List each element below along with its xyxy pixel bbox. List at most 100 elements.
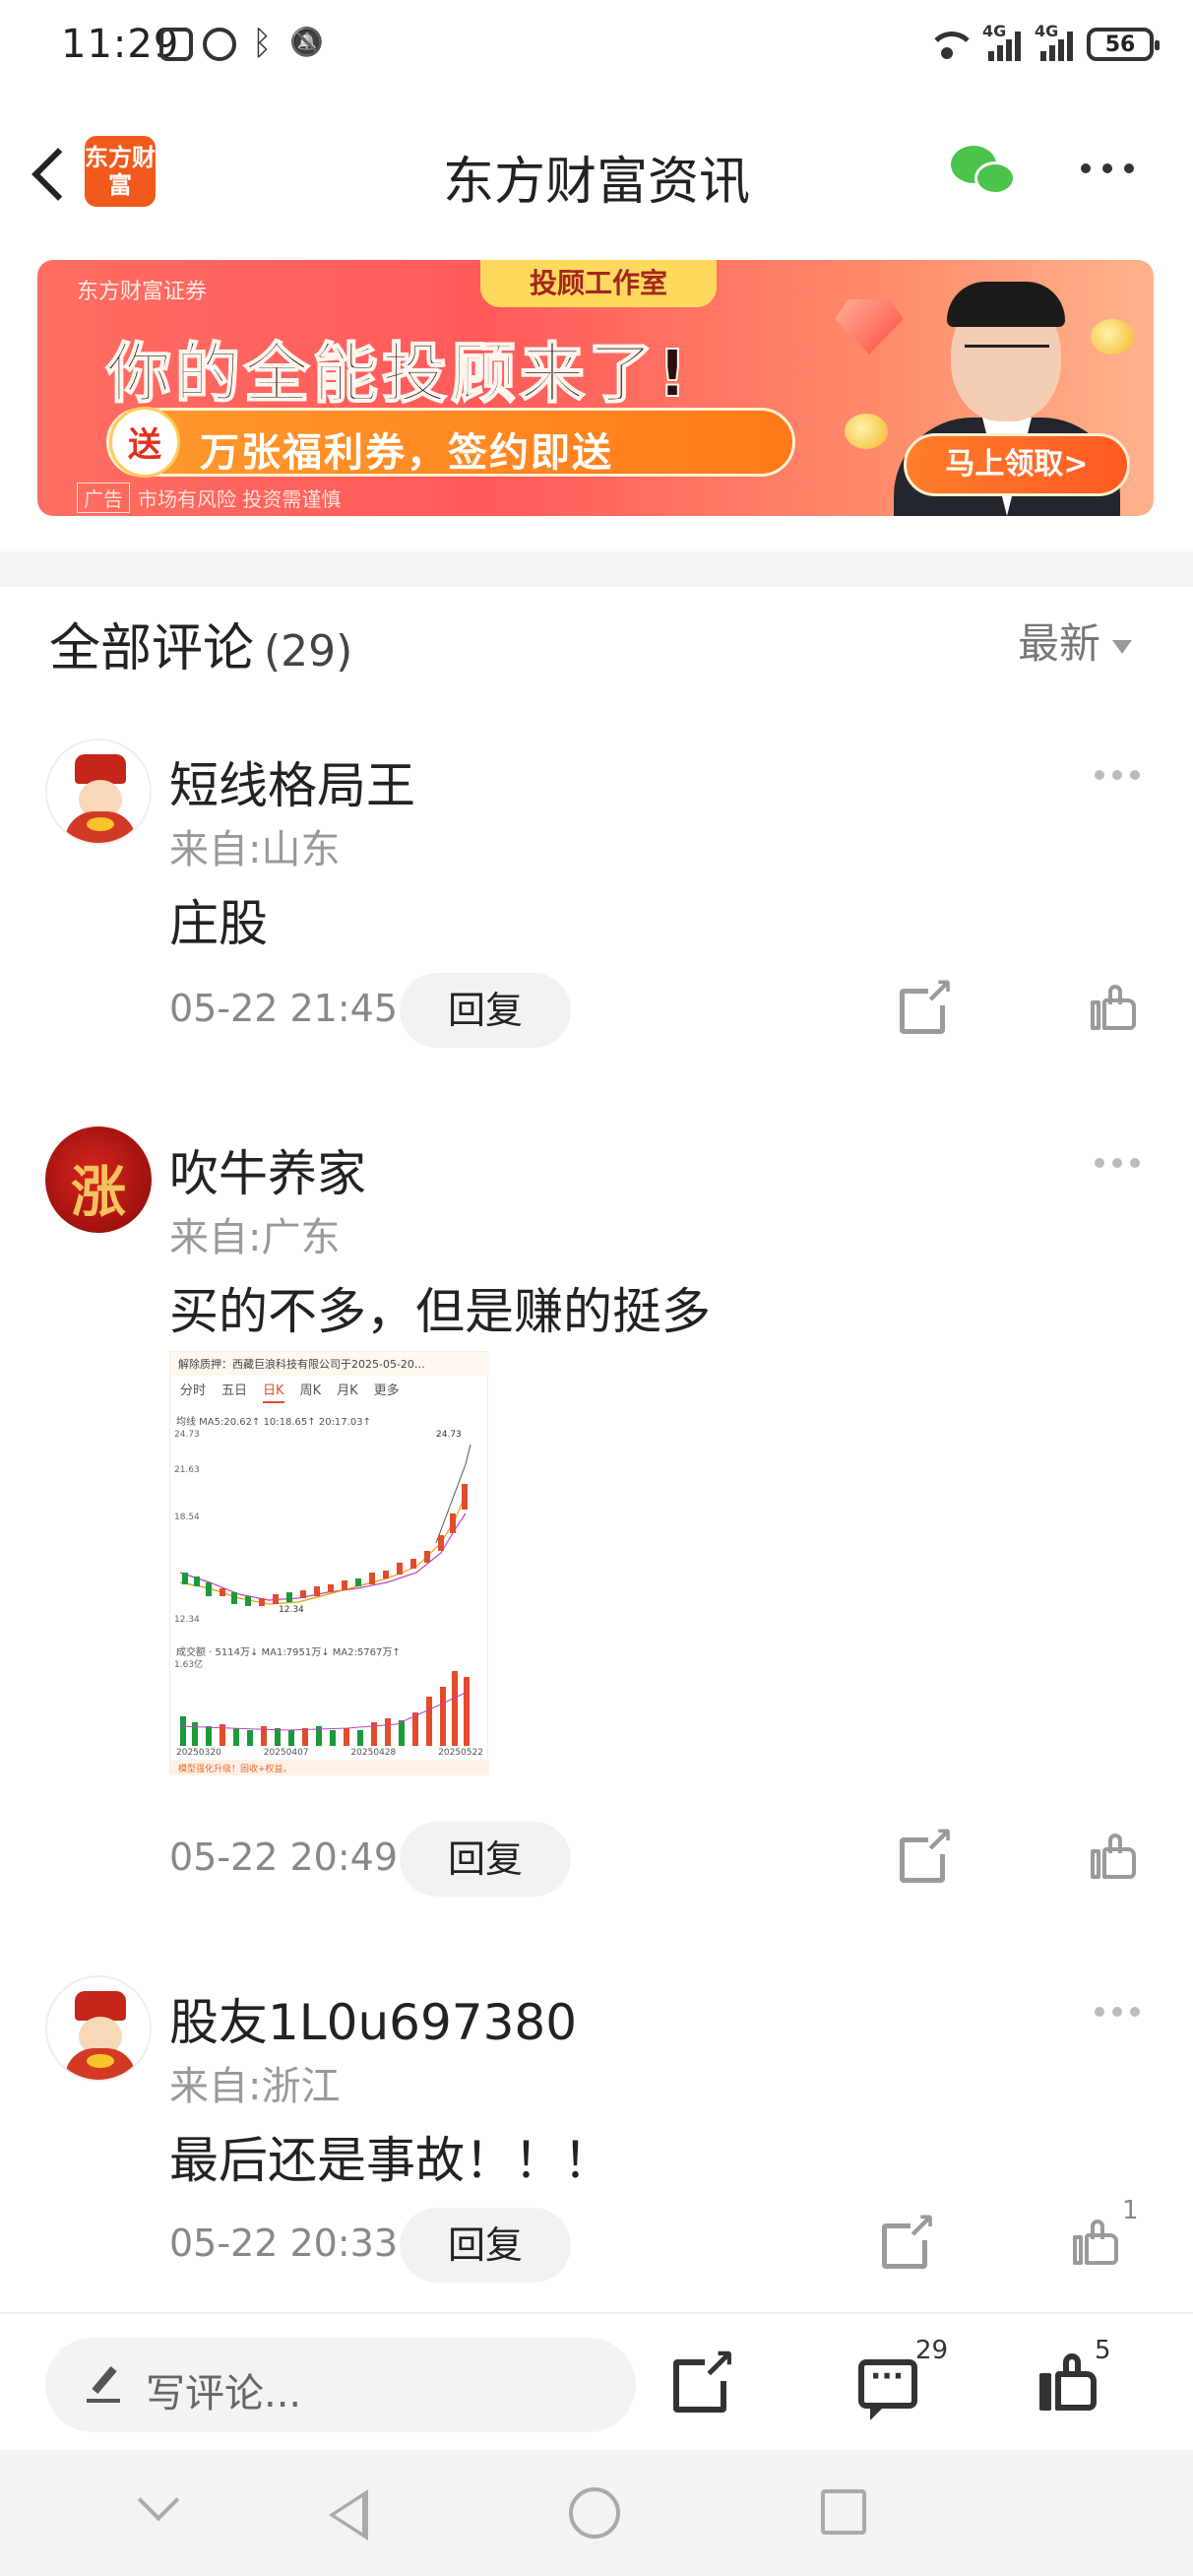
comment-more-icon[interactable] bbox=[1095, 2007, 1140, 2017]
comment-text: 最后还是事故！！！ bbox=[169, 2132, 612, 2189]
signal-label: 4G bbox=[1035, 22, 1059, 40]
reply-button[interactable]: 回复 bbox=[400, 973, 571, 1048]
share-icon[interactable] bbox=[673, 2340, 736, 2413]
like-icon[interactable] bbox=[1039, 2353, 1099, 2413]
avatar-text: 涨 bbox=[71, 1160, 126, 1225]
coin-icon bbox=[845, 414, 888, 449]
comment-actions: 05-22 20:49 回复 bbox=[0, 1821, 1193, 1897]
sort-label: 最新 bbox=[1018, 619, 1101, 668]
system-nav-bar bbox=[0, 2450, 1193, 2576]
image-tab: 更多 bbox=[373, 1384, 400, 1398]
comment-input[interactable]: 写评论... bbox=[45, 2338, 636, 2432]
price-low: 12.34 bbox=[279, 1605, 304, 1615]
like-icon[interactable] bbox=[1091, 1834, 1136, 1879]
image-tab: 分时 bbox=[180, 1384, 207, 1398]
image-tab: 五日 bbox=[221, 1384, 248, 1398]
nav-back-icon[interactable] bbox=[329, 2489, 368, 2541]
like-icon[interactable] bbox=[1091, 985, 1136, 1030]
banner-cta-button[interactable]: 马上领取> bbox=[904, 433, 1130, 496]
date-label: 20250428 bbox=[350, 1748, 397, 1758]
signal-icon-2: 4G bbox=[1035, 22, 1073, 61]
avatar[interactable] bbox=[45, 739, 152, 845]
image-footer: 模型强化升级！固收+权益。 bbox=[170, 1760, 489, 1775]
alarm-icon bbox=[203, 28, 236, 61]
comment-item: 涨 吹牛养家 来自:广东 买的不多，但是赚的挺多 解除质押：西藏巨浪科技有限公司… bbox=[0, 1127, 1193, 1914]
vol-max: 1.63亿 bbox=[174, 1658, 203, 1670]
image-tab: 周K bbox=[299, 1384, 322, 1398]
banner-brand: 东方财富证券 bbox=[77, 280, 208, 304]
image-notice: 解除质押：西藏巨浪科技有限公司于2025-05-20… bbox=[170, 1352, 489, 1376]
comment-actions: 05-22 21:45 回复 bbox=[0, 972, 1193, 1048]
user-location: 来自:山东 bbox=[169, 827, 341, 872]
banner-disclaimer: 广告 市场有风险 投资需谨慎 bbox=[77, 483, 341, 513]
image-vol-line: 成交额 · 5114万↓ MA1:7951万↓ MA2:5767万↑ bbox=[176, 1647, 401, 1658]
caret-down-icon bbox=[1112, 639, 1133, 654]
price-level: 24.73 bbox=[174, 1430, 200, 1440]
comment-icon[interactable] bbox=[858, 2359, 917, 2409]
image-tab: 月K bbox=[337, 1384, 358, 1398]
mute-icon bbox=[289, 28, 323, 61]
banner-tag: 投顾工作室 bbox=[480, 260, 717, 307]
like-count: 5 bbox=[1095, 2336, 1111, 2365]
pen-icon bbox=[87, 2365, 120, 2405]
volume-chart: 1.63亿 bbox=[174, 1658, 470, 1746]
comment-time: 05-22 20:33 bbox=[169, 2222, 399, 2265]
comment-item: 短线格局王 来自:山东 庄股 05-22 21:45 回复 bbox=[0, 739, 1193, 1054]
wifi-icon bbox=[925, 28, 976, 61]
share-icon[interactable] bbox=[882, 2207, 936, 2269]
battery-icon: 56 bbox=[1087, 28, 1160, 61]
section-divider bbox=[0, 551, 1193, 587]
comment-time: 05-22 21:45 bbox=[169, 987, 399, 1030]
signal-label: 4G bbox=[982, 22, 1007, 40]
nav-recent-icon[interactable] bbox=[821, 2489, 866, 2535]
date-label: 20250522 bbox=[438, 1748, 483, 1758]
comment-text: 庄股 bbox=[169, 895, 268, 952]
user-name[interactable]: 短线格局王 bbox=[169, 746, 415, 817]
status-right: 4G 4G 56 bbox=[925, 22, 1160, 61]
kline-chart: 24.73 21.63 18.54 12.34 24.73 12.34 bbox=[174, 1430, 471, 1625]
chevron-down-icon[interactable] bbox=[137, 2479, 180, 2522]
avatar[interactable]: 涨 bbox=[45, 1127, 152, 1233]
comment-time: 05-22 20:49 bbox=[169, 1835, 399, 1879]
bluetooth-icon bbox=[246, 24, 280, 63]
comment-more-icon[interactable] bbox=[1095, 1158, 1140, 1168]
share-icon[interactable] bbox=[900, 1821, 954, 1883]
comment-image[interactable]: 解除质押：西藏巨浪科技有限公司于2025-05-20… 分时 五日 日K 周K … bbox=[169, 1351, 489, 1775]
candles bbox=[182, 1484, 468, 1606]
wechat-icon[interactable] bbox=[951, 144, 1018, 199]
avatar[interactable] bbox=[45, 1975, 152, 2082]
user-location: 来自:广东 bbox=[169, 1215, 341, 1260]
user-location: 来自:浙江 bbox=[169, 2064, 341, 2109]
banner-sub-text: 万张福利券，签约即送 bbox=[200, 430, 613, 476]
price-level: 18.54 bbox=[174, 1513, 200, 1522]
like-count: 1 bbox=[1122, 2196, 1139, 2225]
disclaimer-text: 市场有风险 投资需谨慎 bbox=[138, 487, 342, 511]
reply-button[interactable]: 回复 bbox=[400, 1822, 571, 1897]
date-label: 20250320 bbox=[176, 1748, 221, 1758]
user-name[interactable]: 股友1L0u697380 bbox=[169, 1983, 577, 2054]
price-level: 12.34 bbox=[174, 1615, 200, 1625]
sort-dropdown[interactable]: 最新 bbox=[1018, 611, 1133, 671]
signal-icon-1: 4G bbox=[982, 22, 1021, 61]
user-name[interactable]: 吹牛养家 bbox=[169, 1134, 366, 1205]
share-icon[interactable] bbox=[900, 972, 954, 1034]
more-icon[interactable] bbox=[1081, 163, 1140, 175]
nav-home-icon[interactable] bbox=[569, 2487, 620, 2539]
ad-label: 广告 bbox=[77, 483, 130, 513]
ad-banner[interactable]: 东方财富证券 投顾工作室 你的全能投顾来了! 送 万张福利券，签约即送 马上领取… bbox=[37, 260, 1154, 516]
status-icons bbox=[159, 24, 323, 63]
comment-text: 买的不多，但是赚的挺多 bbox=[169, 1283, 711, 1340]
like-icon[interactable] bbox=[1073, 2220, 1118, 2265]
image-tab-active: 日K bbox=[263, 1380, 284, 1403]
comments-title: 全部评论 (29) bbox=[49, 607, 352, 680]
status-bar: 11:29 4G 4G 56 bbox=[0, 0, 1193, 98]
nfc-icon bbox=[159, 28, 193, 61]
price-level: 21.63 bbox=[174, 1465, 200, 1475]
banner-headline: 你的全能投顾来了! bbox=[105, 335, 692, 413]
bottom-action-bar: 写评论... 29 5 bbox=[0, 2312, 1193, 2450]
comment-more-icon[interactable] bbox=[1095, 770, 1140, 780]
comment-input-placeholder: 写评论... bbox=[146, 2371, 302, 2416]
comment-actions: 05-22 20:33 回复 1 bbox=[0, 2196, 1193, 2283]
comment-count: 29 bbox=[915, 2336, 949, 2365]
reply-button[interactable]: 回复 bbox=[400, 2208, 571, 2283]
